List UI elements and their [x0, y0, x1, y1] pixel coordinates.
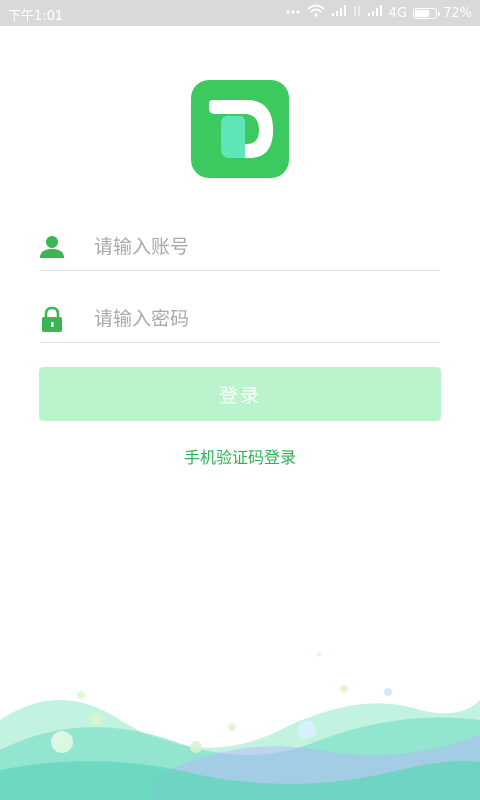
- bubble: [298, 721, 316, 739]
- bubble: [90, 713, 102, 725]
- battery-fill: [415, 9, 430, 17]
- bubble: [228, 723, 236, 731]
- decorative-waves: [0, 651, 480, 800]
- login-button[interactable]: 登录: [39, 367, 441, 421]
- username-field: [40, 224, 440, 271]
- wifi-icon: [307, 4, 325, 22]
- bubble: [77, 691, 85, 699]
- user-icon: [40, 234, 66, 260]
- status-icons: 4G 72%: [285, 4, 472, 22]
- sms-login-link[interactable]: 手机验证码登录: [0, 444, 480, 468]
- signal-icon: [331, 5, 347, 21]
- password-input[interactable]: [94, 302, 424, 336]
- battery-percent: 72%: [443, 5, 472, 21]
- bubble: [190, 741, 202, 753]
- data-arrows-icon: [353, 5, 361, 21]
- bubble: [340, 685, 348, 693]
- status-bar: 下午1:01 4G 72%: [0, 0, 480, 26]
- app-logo: [191, 80, 289, 178]
- battery-cap: [438, 11, 441, 16]
- password-field: [40, 296, 440, 343]
- d-letter-logo-icon: [209, 100, 273, 158]
- username-input[interactable]: [94, 230, 424, 264]
- signal-icon-2: [367, 5, 383, 21]
- more-dots-icon: [285, 6, 301, 21]
- bubble: [384, 688, 392, 696]
- bubble: [316, 651, 322, 657]
- lock-icon: [40, 306, 66, 332]
- bubble: [51, 731, 73, 753]
- battery-icon: [413, 7, 441, 19]
- status-time: 下午1:01: [8, 9, 64, 24]
- network-type: 4G: [388, 5, 408, 21]
